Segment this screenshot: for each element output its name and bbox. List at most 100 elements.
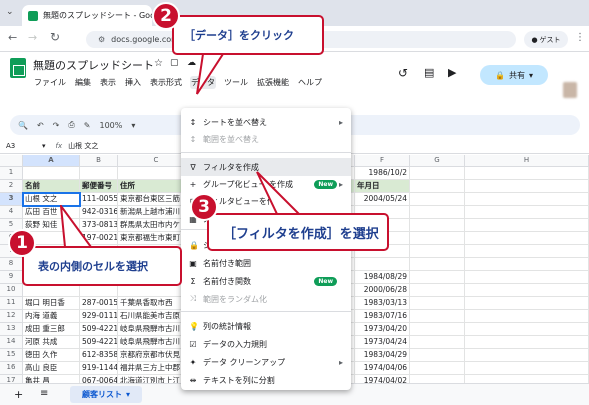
grid-cell[interactable] (410, 167, 465, 180)
row-header[interactable]: 1 (0, 167, 23, 180)
site-info-icon[interactable]: ⚙ (98, 35, 105, 44)
comment-icon[interactable]: ▤ (424, 66, 434, 79)
table-cell[interactable]: 919-1144 (80, 362, 118, 375)
table-cell[interactable]: 612-8358 (80, 349, 118, 362)
select-all-corner[interactable] (0, 155, 23, 167)
table-cell[interactable]: 堀口 明日香 (23, 297, 80, 310)
table-cell[interactable] (355, 258, 410, 271)
history-icon[interactable]: ↺ (398, 66, 408, 80)
menu-item-sigma[interactable]: Σ 名前付き関数 New (181, 272, 351, 290)
menu-item-bulb[interactable]: 💡 列の統計情報 (181, 317, 351, 335)
table-header-cell[interactable]: 年月日 (355, 180, 410, 193)
name-box-dropdown-icon[interactable]: ▾ (42, 142, 46, 150)
document-title[interactable]: 無題のスプレッドシート (33, 57, 154, 73)
row-header[interactable]: 9 (0, 271, 23, 284)
menu-insert[interactable]: 挿入 (124, 76, 142, 89)
table-cell[interactable]: 内海 道義 (23, 310, 80, 323)
table-cell[interactable]: 1983/07/16 (355, 310, 410, 323)
table-cell[interactable]: 1973/04/24 (355, 336, 410, 349)
row-header[interactable]: 12 (0, 310, 23, 323)
share-button[interactable]: 🔒 共有 ▾ (480, 65, 548, 85)
table-cell[interactable]: 1984/08/29 (355, 271, 410, 284)
row-header[interactable]: 13 (0, 323, 23, 336)
name-box[interactable]: A3 (0, 142, 42, 150)
row-header[interactable]: 2 (0, 180, 23, 193)
menu-item-wand[interactable]: ✦ データ クリーンアップ ▸ (181, 353, 351, 371)
zoom-select[interactable]: 100% (99, 121, 122, 130)
grid-cell[interactable] (465, 323, 589, 336)
menu-view[interactable]: 表示 (99, 76, 117, 89)
grid-cell[interactable] (465, 180, 589, 193)
menu-item-split[interactable]: ⇹ テキストを列に分割 (181, 371, 351, 389)
table-cell[interactable]: 1973/04/20 (355, 323, 410, 336)
grid-cell[interactable] (410, 245, 465, 258)
grid-cell[interactable] (465, 193, 589, 206)
table-cell[interactable]: 1983/04/29 (355, 349, 410, 362)
grid-cell[interactable] (465, 362, 589, 375)
redo-icon[interactable]: ↷ (53, 121, 60, 130)
browser-tab[interactable]: 無題のスプレッドシート - Google スプ (22, 5, 152, 26)
grid-cell[interactable] (465, 167, 589, 180)
row-header[interactable]: 15 (0, 349, 23, 362)
grid-cell[interactable] (465, 245, 589, 258)
menu-help[interactable]: ヘルプ (297, 76, 323, 89)
grid-cell[interactable] (410, 284, 465, 297)
row-header[interactable]: 3 (0, 193, 23, 206)
grid-cell[interactable] (410, 349, 465, 362)
reload-icon[interactable]: ↻ (50, 30, 60, 44)
paint-format-icon[interactable]: ✎ (84, 121, 91, 130)
grid-cell-value[interactable]: 1986/10/2 (355, 167, 410, 180)
row-header[interactable]: 14 (0, 336, 23, 349)
grid-cell[interactable] (410, 206, 465, 219)
search-menus-icon[interactable]: 🔍 (18, 121, 28, 130)
grid-cell[interactable] (465, 206, 589, 219)
sheet-tab-dropdown-icon[interactable]: ▾ (126, 390, 130, 399)
grid-cell[interactable] (23, 167, 80, 180)
row-header[interactable]: 10 (0, 284, 23, 297)
grid-cell[interactable] (465, 232, 589, 245)
grid-cell[interactable] (410, 232, 465, 245)
add-sheet-icon[interactable]: + (14, 388, 23, 401)
grid-cell[interactable] (410, 271, 465, 284)
column-header[interactable]: G (410, 155, 465, 167)
table-cell[interactable]: 成田 重三郎 (23, 323, 80, 336)
column-header[interactable]: A (23, 155, 80, 167)
grid-cell[interactable] (465, 336, 589, 349)
table-cell[interactable]: 河原 共成 (23, 336, 80, 349)
zoom-dropdown-icon[interactable]: ▾ (131, 121, 135, 130)
column-header[interactable]: F (355, 155, 410, 167)
print-icon[interactable]: ⎙ (68, 120, 74, 130)
column-header[interactable]: H (465, 155, 589, 167)
star-icon[interactable]: ☆ (154, 58, 163, 69)
table-cell[interactable]: 2004/05/24 (355, 193, 410, 206)
account-avatar[interactable] (563, 82, 577, 98)
grid-cell[interactable] (410, 193, 465, 206)
move-folder-icon[interactable]: ▢ (170, 58, 179, 68)
sheets-logo[interactable] (10, 58, 26, 78)
column-header[interactable]: B (80, 155, 118, 167)
forward-icon[interactable]: → (28, 31, 37, 44)
table-cell[interactable]: 1983/03/13 (355, 297, 410, 310)
table-cell[interactable]: 2000/06/28 (355, 284, 410, 297)
menu-item-named[interactable]: ▣ 名前付き範囲 (181, 254, 351, 272)
grid-cell[interactable] (465, 258, 589, 271)
grid-cell[interactable] (410, 310, 465, 323)
undo-icon[interactable]: ↶ (37, 121, 44, 130)
grid-cell[interactable] (410, 219, 465, 232)
share-dropdown-icon[interactable]: ▾ (529, 71, 533, 80)
grid-cell[interactable] (410, 336, 465, 349)
formula-input[interactable]: 山根 文之 (68, 141, 98, 151)
grid-cell[interactable] (465, 297, 589, 310)
table-cell[interactable]: 509-4221 (80, 323, 118, 336)
grid-cell[interactable] (465, 219, 589, 232)
menu-item-sort[interactable]: ↕ シートを並べ替え ▸ (181, 113, 351, 131)
table-cell[interactable]: 287-0015 (80, 297, 118, 310)
grid-cell[interactable] (465, 310, 589, 323)
table-cell[interactable]: 509-4221 (80, 336, 118, 349)
sheet-tab-customers[interactable]: 顧客リスト ▾ (70, 386, 142, 403)
table-header-cell[interactable]: 郵便番号 (80, 180, 118, 193)
grid-cell[interactable] (410, 362, 465, 375)
grid-cell[interactable] (410, 323, 465, 336)
all-sheets-icon[interactable]: ≡ (40, 388, 48, 399)
grid-cell[interactable] (80, 167, 118, 180)
